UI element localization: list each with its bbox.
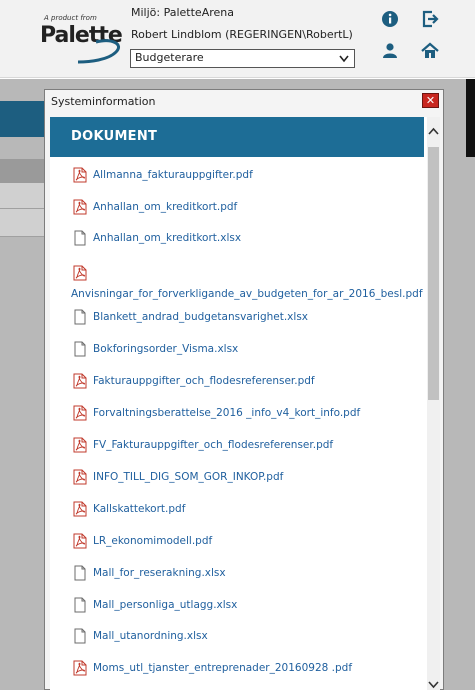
document-item[interactable]: Anhallan_om_kreditkort.pdf [50,197,426,217]
file-icon [73,230,87,246]
background-nav-band [0,101,50,137]
info-icon[interactable] [380,9,400,29]
pdf-file-icon [73,501,87,517]
document-item[interactable]: Kallskattekort.pdf [50,499,426,519]
close-button[interactable]: ✕ [422,93,439,108]
document-item[interactable]: Mall_for_reserakning.xlsx [50,563,426,583]
dialog-title: Systeminformation [51,95,156,108]
app-header: A product from Palette Miljö: PaletteAre… [0,0,475,78]
file-icon [73,565,87,581]
document-item[interactable]: Fakturauppgifter_och_flodesreferenser.pd… [50,371,426,391]
document-link[interactable]: Bokforingsorder_Visma.xlsx [93,343,238,355]
dialog-body: DOKUMENT Allmanna_fakturauppgifter.pdf An… [50,117,440,690]
document-item[interactable]: Bokforingsorder_Visma.xlsx [50,339,426,359]
vertical-scrollbar[interactable] [427,117,440,690]
document-link[interactable]: Mall_personliga_utlagg.xlsx [93,599,237,611]
background-table-header [0,159,50,183]
document-link[interactable]: LR_ekonomimodell.pdf [93,535,212,547]
pdf-file-icon [73,469,87,485]
document-item[interactable]: Allmanna_fakturauppgifter.pdf [50,165,426,185]
background-edge [466,79,475,157]
close-icon: ✕ [425,94,436,107]
background-row [0,183,50,209]
pdf-file-icon [73,533,87,549]
document-item[interactable]: Forvaltningsberattelse_2016 _info_v4_kor… [50,403,426,423]
document-link[interactable]: INFO_TILL_DIG_SOM_GOR_INKOP.pdf [93,471,283,483]
document-link[interactable]: Mall_utanordning.xlsx [93,630,208,642]
document-item[interactable]: FV_Fakturauppgifter_och_flodesreferenser… [50,435,426,455]
file-icon [73,628,87,644]
environment-label: Miljö: PaletteArena [131,6,234,19]
document-item[interactable]: Mall_utanordning.xlsx [50,626,426,646]
document-item[interactable]: Anhallan_om_kreditkort.xlsx [50,228,426,248]
documents-title: DOKUMENT [71,129,158,144]
pdf-file-icon [73,167,87,183]
documents-header: DOKUMENT [50,117,424,157]
document-item[interactable]: Moms_utl_tjanster_entreprenader_20160928… [50,658,426,678]
role-select[interactable]: Budgeterare [130,49,355,68]
dialog-titlebar[interactable]: Systeminformation ✕ [45,90,443,112]
pdf-file-icon [73,437,87,453]
system-info-dialog: Systeminformation ✕ DOKUMENT Allmanna_fa… [44,89,444,690]
pdf-file-icon [73,199,87,215]
document-item[interactable]: Blankett_andrad_budgetansvarighet.xlsx [50,307,426,327]
document-link[interactable]: Anvisningar_for_forverkligande_av_budget… [71,288,423,300]
document-item[interactable]: Anvisningar_for_forverkligande_av_budget… [50,263,426,300]
logo-tagline: A product from [44,14,97,22]
user-icon[interactable] [380,41,400,61]
document-link[interactable]: Allmanna_fakturauppgifter.pdf [93,169,253,181]
document-link[interactable]: Kallskattekort.pdf [93,503,185,515]
document-link[interactable]: FV_Fakturauppgifter_och_flodesreferenser… [93,439,333,451]
scrollbar-thumb[interactable] [428,147,439,400]
file-icon [73,341,87,357]
pdf-file-icon [73,373,87,389]
palette-logo[interactable]: A product from Palette [38,14,123,66]
document-link[interactable]: Anhallan_om_kreditkort.xlsx [93,232,241,244]
document-link[interactable]: Anhallan_om_kreditkort.pdf [93,201,237,213]
document-item[interactable]: Mall_personliga_utlagg.xlsx [50,595,426,615]
document-item[interactable]: INFO_TILL_DIG_SOM_GOR_INKOP.pdf [50,467,426,487]
file-icon [73,309,87,325]
document-link[interactable]: Blankett_andrad_budgetansvarighet.xlsx [93,311,308,323]
home-icon[interactable] [420,41,440,61]
file-icon [73,597,87,613]
pdf-file-icon [73,405,87,421]
document-list: Allmanna_fakturauppgifter.pdf Anhallan_om… [50,157,426,690]
logout-icon[interactable] [420,9,440,29]
scroll-down-icon[interactable] [427,679,440,690]
document-link[interactable]: Forvaltningsberattelse_2016 _info_v4_kor… [93,407,360,419]
document-link[interactable]: Moms_utl_tjanster_entreprenader_20160928… [93,662,352,674]
chevron-down-icon [339,55,349,63]
document-link[interactable]: Mall_for_reserakning.xlsx [93,567,226,579]
role-select-value: Budgeterare [135,51,204,64]
scroll-up-icon[interactable] [427,125,440,139]
document-item[interactable]: LR_ekonomimodell.pdf [50,531,426,551]
pdf-file-icon [73,660,87,676]
document-link[interactable]: Fakturauppgifter_och_flodesreferenser.pd… [93,375,315,387]
user-label: Robert Lindblom (REGERINGEN\RobertL) [131,28,353,41]
pdf-file-icon [73,265,87,281]
background-row [0,209,50,237]
logo-swoosh-icon [77,39,120,64]
